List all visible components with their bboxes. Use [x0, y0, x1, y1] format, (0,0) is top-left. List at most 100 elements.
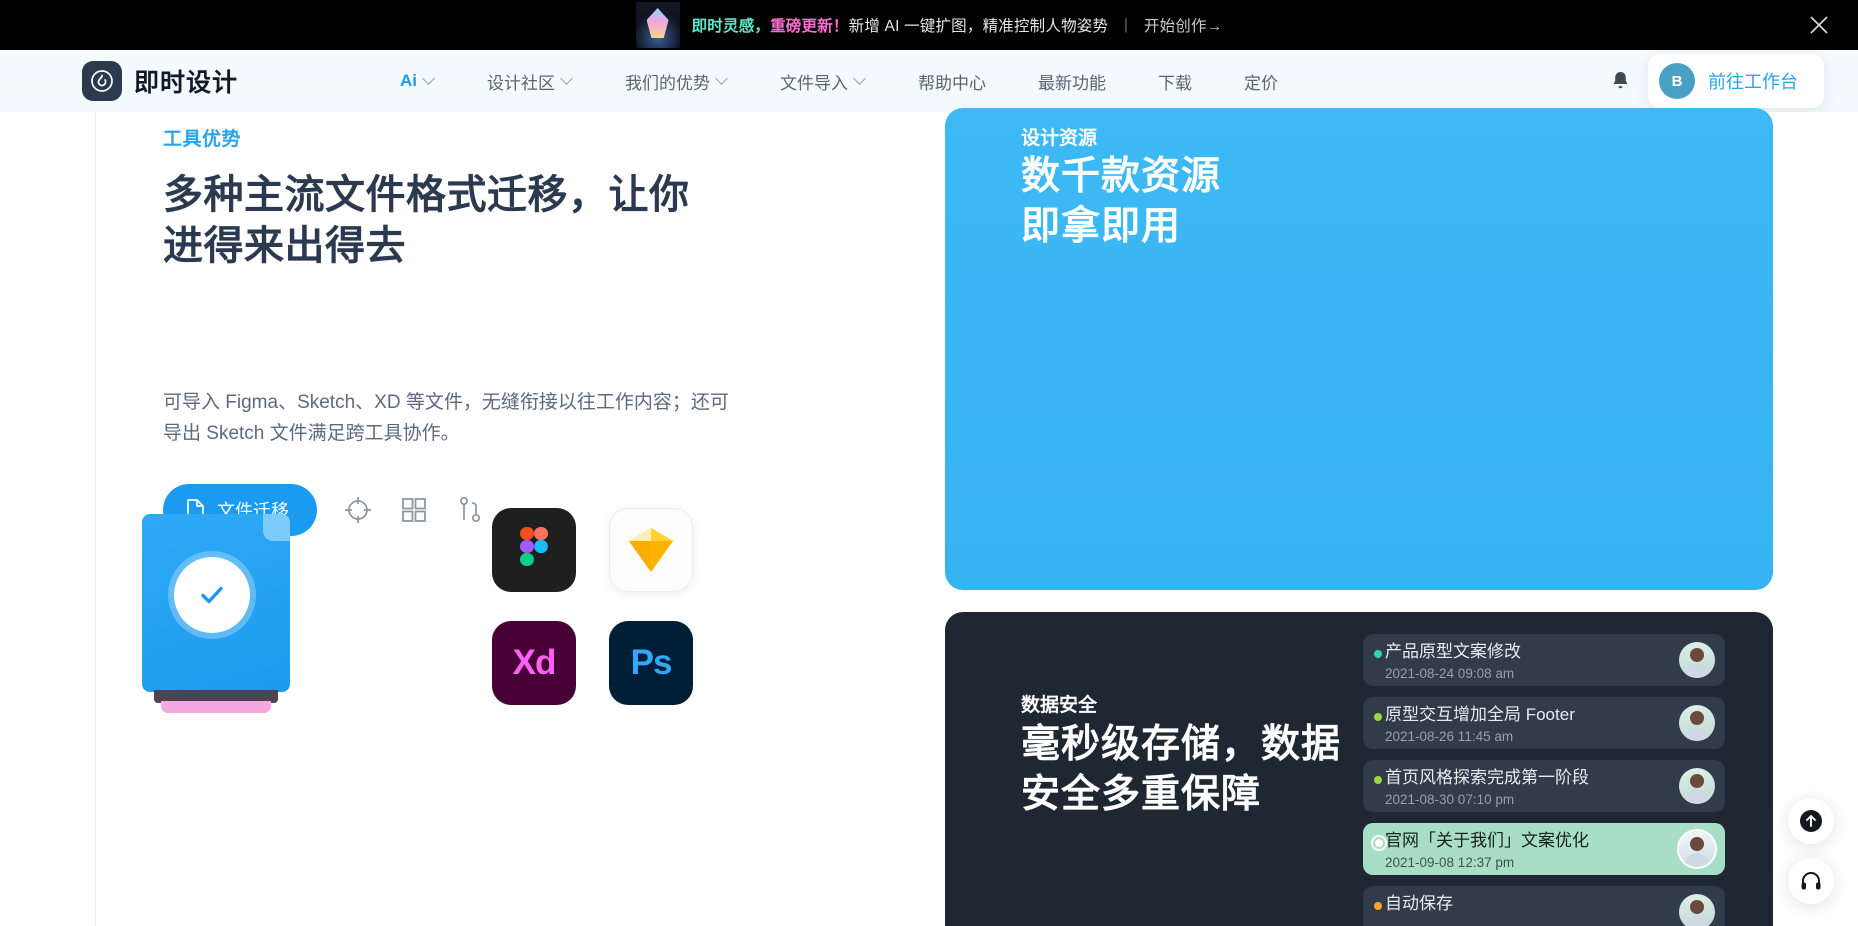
avatar: [1679, 705, 1715, 741]
brand-logo-link[interactable]: 即时设计: [82, 61, 238, 101]
chevron-down-icon: [855, 74, 866, 85]
avatar: [1679, 768, 1715, 804]
version-history-list: 产品原型文案修改 2021-08-24 09:08 am 原型交互增加全局 Fo…: [1363, 634, 1725, 926]
nav-item-label: 文件导入: [780, 73, 849, 93]
document-icon: [142, 514, 290, 692]
nav-item-community[interactable]: 设计社区: [461, 69, 599, 94]
version-title: 产品原型文案修改: [1385, 642, 1521, 661]
design-resources-card: 设计资源 数千款资源 即拿即用 Ant Design: [945, 108, 1773, 590]
left-feature-column: 工具优势 多种主流文件格式迁移，让你进得来出得去 可导入 Figma、Sketc…: [163, 112, 863, 536]
promo-separator: 丨: [1118, 18, 1134, 35]
nav-links: Ai 设计社区 我们的优势 文件导入 帮助中心 最新功能 下载 定价: [374, 69, 1304, 94]
promo-banner: 即时灵感，重磅更新！新增 AI 一键扩图，精准控制人物姿势丨开始创作→: [0, 0, 1858, 50]
promo-text: 即时灵感，重磅更新！新增 AI 一键扩图，精准控制人物姿势丨开始创作→: [692, 14, 1223, 36]
status-dot: [1373, 837, 1385, 849]
promo-rest: 新增 AI 一键扩图，精准控制人物姿势: [848, 18, 1109, 35]
promo-cta-link[interactable]: 开始创作→: [1144, 18, 1223, 35]
nav-item-label: 最新功能: [1038, 73, 1107, 93]
dark-card-headline-line1: 毫秒级存储，数据: [1021, 723, 1342, 766]
nav-item-label: 设计社区: [487, 73, 556, 93]
section-description: 可导入 Figma、Sketch、XD 等文件，无缝衔接以往工作内容；还可导出 …: [163, 392, 729, 445]
dark-card-eyebrow: 数据安全: [1021, 695, 1098, 716]
avatar: [1679, 831, 1715, 867]
data-security-card: 数据安全 毫秒级存储，数据 安全多重保障 产品原型文案修改 2021-08-24…: [945, 612, 1773, 926]
left-rail-divider: [95, 112, 96, 926]
version-title: 自动保存: [1385, 894, 1453, 913]
headset-support-icon[interactable]: [1788, 858, 1834, 904]
nav-item-label: 帮助中心: [918, 73, 987, 93]
version-time: 2021-08-24 09:08 am: [1385, 666, 1515, 682]
check-icon: [174, 557, 250, 633]
status-dot: [1374, 902, 1382, 910]
go-to-workspace-button[interactable]: B 前往工作台: [1648, 54, 1824, 108]
blue-card-headline-line2: 即拿即用: [1021, 204, 1182, 248]
version-list-item-active[interactable]: 官网「关于我们」文案优化 2021-09-08 12:37 pm: [1363, 823, 1725, 875]
promo-content[interactable]: 即时灵感，重磅更新！新增 AI 一键扩图，精准控制人物姿势丨开始创作→: [635, 2, 1223, 48]
figma-icon: [492, 508, 576, 592]
status-dot: [1374, 650, 1382, 658]
section-headline: 多种主流文件格式迁移，让你进得来出得去: [163, 173, 690, 269]
dark-card-headline-line2: 安全多重保障: [1021, 772, 1262, 816]
branch-icon[interactable]: [455, 495, 485, 525]
gem-icon: [646, 8, 669, 38]
version-time: 2021-08-26 11:45 am: [1385, 729, 1514, 745]
blue-card-headline: 数千款资源 即拿即用: [1021, 152, 1221, 252]
avatar: [1679, 642, 1715, 678]
status-dot: [1374, 713, 1382, 721]
version-title: 首页风格探索完成第一阶段: [1385, 768, 1589, 787]
photoshop-icon: Ps: [609, 621, 693, 705]
nav-item-pricing[interactable]: 定价: [1218, 69, 1304, 94]
xd-label: Xd: [512, 643, 557, 682]
floating-action-buttons: [1788, 798, 1834, 904]
document-fold: [263, 514, 290, 541]
version-title: 原型交互增加全局 Footer: [1385, 705, 1575, 724]
main-content: 工具优势 多种主流文件格式迁移，让你进得来出得去 可导入 Figma、Sketc…: [0, 108, 1858, 926]
grid-icon[interactable]: [399, 495, 429, 525]
main-navbar: 即时设计 Ai 设计社区 我们的优势 文件导入 帮助中心 最新功能 下载 定价 …: [0, 50, 1858, 112]
photoshop-xd-icon: Xd: [492, 621, 576, 705]
status-dot: [1374, 776, 1382, 784]
version-time: 2021-08-30 07:10 pm: [1385, 792, 1515, 808]
app-logo-icon: [82, 61, 122, 101]
nav-item-label: Ai: [400, 71, 418, 90]
promo-highlight-1: 即时灵感，: [691, 18, 771, 35]
nav-item-download[interactable]: 下载: [1132, 69, 1218, 94]
version-time: 2021-09-08 12:37 pm: [1385, 855, 1515, 871]
supported-apps-grid: Xd Ps: [492, 508, 693, 734]
brand-name: 即时设计: [134, 69, 239, 97]
blue-card-headline-line1: 数千款资源: [1021, 155, 1222, 198]
version-list-item[interactable]: 产品原型文案修改 2021-08-24 09:08 am: [1363, 634, 1725, 686]
dark-card-headline: 毫秒级存储，数据 安全多重保障: [1021, 720, 1341, 820]
chevron-down-icon: [717, 74, 728, 85]
version-list-item[interactable]: 首页风格探索完成第一阶段 2021-08-30 07:10 pm: [1363, 760, 1725, 812]
version-title: 官网「关于我们」文案优化: [1385, 831, 1589, 850]
version-list-item[interactable]: 原型交互增加全局 Footer 2021-08-26 11:45 am: [1363, 697, 1725, 749]
nav-item-label: 定价: [1244, 73, 1279, 93]
bell-icon[interactable]: [1600, 61, 1640, 101]
navbar-right: B 前往工作台: [1600, 54, 1824, 108]
close-icon[interactable]: [1806, 12, 1832, 38]
target-icon[interactable]: [343, 495, 373, 525]
nav-item-help-center[interactable]: 帮助中心: [892, 69, 1012, 94]
nav-item-ai[interactable]: Ai: [374, 71, 461, 91]
blue-card-eyebrow: 设计资源: [1021, 128, 1098, 149]
file-illustration: [142, 514, 312, 729]
nav-item-label: 我们的优势: [625, 73, 711, 93]
promo-thumbnail: [635, 2, 680, 48]
ps-label: Ps: [630, 643, 673, 682]
avatar: B: [1659, 63, 1695, 99]
document-stack-accent: [161, 701, 271, 713]
chevron-down-icon: [562, 74, 573, 85]
promo-highlight-2: 重磅更新！: [770, 18, 849, 35]
avatar: [1679, 894, 1715, 926]
version-list-item[interactable]: 自动保存: [1363, 886, 1725, 926]
nav-item-file-import[interactable]: 文件导入: [754, 69, 892, 94]
chevron-down-icon: [424, 74, 435, 85]
section-eyebrow: 工具优势: [163, 129, 242, 150]
scroll-top-icon[interactable]: [1788, 798, 1834, 844]
nav-item-whats-new[interactable]: 最新功能: [1012, 69, 1132, 94]
nav-item-label: 下载: [1158, 73, 1193, 93]
page-root: 即时灵感，重磅更新！新增 AI 一键扩图，精准控制人物姿势丨开始创作→ 即时设计…: [0, 0, 1858, 926]
go-to-workspace-label: 前往工作台: [1708, 72, 1798, 92]
nav-item-advantages[interactable]: 我们的优势: [599, 69, 754, 94]
